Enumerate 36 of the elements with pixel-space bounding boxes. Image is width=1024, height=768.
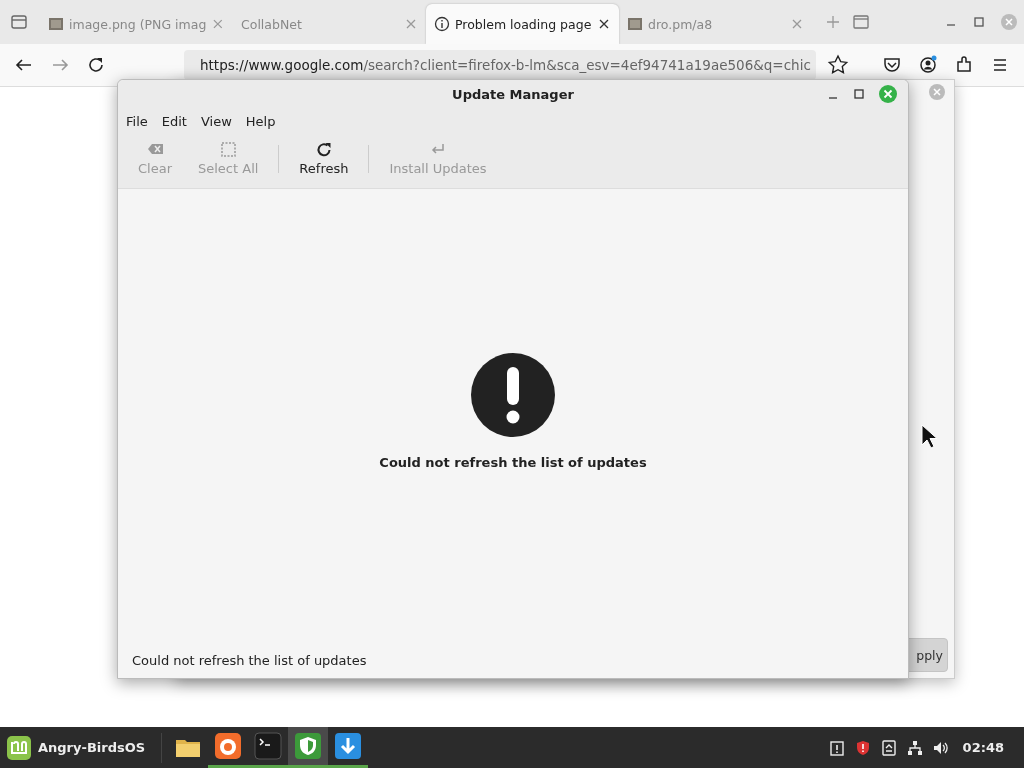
network-icon[interactable]: [906, 739, 923, 756]
menu-item[interactable]: File: [120, 110, 154, 133]
selection-icon: [219, 141, 238, 159]
shield-icon[interactable]: [854, 739, 871, 756]
cursor-icon: [920, 423, 938, 449]
logo: [6, 734, 32, 761]
image-icon: [48, 16, 64, 32]
browser-tab[interactable]: Problem loading page: [426, 4, 619, 44]
menu-item[interactable]: Edit: [155, 110, 193, 133]
window-title: Update Manager: [452, 86, 574, 102]
tab-list-icon[interactable]: [10, 13, 28, 31]
clipboard-icon[interactable]: [828, 739, 845, 756]
menu-item[interactable]: Help: [239, 110, 282, 133]
start-menu-button[interactable]: Angry-BirdsOS: [0, 727, 156, 768]
status-text: Could not refresh the list of updates: [131, 653, 368, 670]
browser-icon: [213, 731, 244, 761]
menu-item[interactable]: View: [194, 110, 238, 133]
maximize-icon[interactable]: [972, 15, 986, 29]
warning-icon: [471, 352, 555, 437]
address-field[interactable]: https://www.google.com/search?client=firefox-b-lm&sca_esv=4ef94741a19ae506&q=chic: [184, 50, 816, 80]
toolbar-button[interactable]: Refresh: [287, 139, 361, 178]
close-tab-icon[interactable]: [597, 17, 611, 31]
taskbar-app[interactable]: [288, 727, 329, 768]
shield-icon: [293, 731, 324, 761]
terminal-icon: [253, 731, 284, 761]
update-icon[interactable]: [880, 739, 897, 756]
apply-button[interactable]: pply: [908, 638, 948, 672]
download-icon: [333, 731, 364, 761]
image-icon: [627, 16, 643, 32]
close-icon[interactable]: [878, 84, 898, 104]
window-icon[interactable]: [852, 13, 870, 31]
error-message: Could not refresh the list of updates: [379, 454, 647, 470]
clock[interactable]: 02:48: [962, 740, 1004, 755]
info-icon: [434, 16, 450, 32]
maximize-icon[interactable]: [852, 87, 866, 101]
refresh-icon: [314, 141, 333, 159]
